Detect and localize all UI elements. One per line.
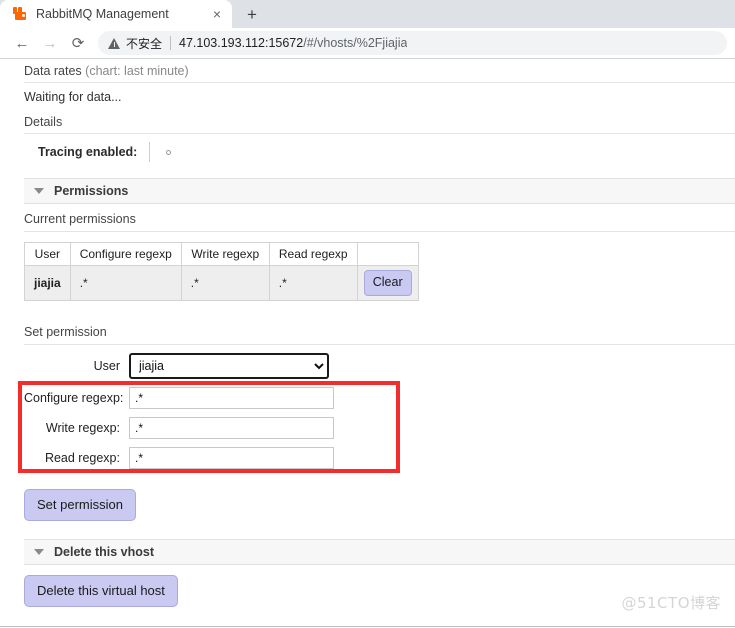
table-row: jiajia .* .* .* Clear: [24, 265, 419, 301]
configure-regexp-input[interactable]: [129, 386, 334, 409]
user-select[interactable]: jiajia: [129, 352, 329, 379]
set-permission-user-row: User jiajia: [24, 352, 735, 379]
tab-title: RabbitMQ Management: [36, 7, 169, 21]
new-tab-icon[interactable]: +: [238, 0, 266, 28]
forward-icon[interactable]: →: [36, 29, 64, 57]
set-permission-label: Set permission: [24, 317, 735, 345]
data-rates-header: Data rates (chart: last minute): [24, 59, 735, 83]
rabbitmq-favicon: [12, 6, 28, 22]
set-permission-button[interactable]: Set permission: [24, 488, 136, 521]
clear-permission-button[interactable]: Clear: [363, 270, 412, 296]
delete-virtual-host-button[interactable]: Delete this virtual host: [24, 574, 178, 608]
data-rates-status: Waiting for data...: [24, 90, 122, 104]
delete-vhost-section-title: Delete this vhost: [54, 544, 155, 559]
col-user: User: [24, 242, 71, 266]
tracing-enabled-label: Tracing enabled:: [38, 145, 138, 159]
set-permission-submit-wrap: Set permission: [24, 488, 735, 521]
current-permissions-label: Current permissions: [24, 204, 735, 232]
set-permission-configure-row: Configure regexp:: [24, 386, 735, 409]
url-text[interactable]: 47.103.193.112:15672/#/vhosts/%2Fjiajia: [179, 36, 407, 50]
details-header: Details: [24, 110, 735, 134]
details-row: Tracing enabled:: [24, 134, 735, 162]
warning-icon: [108, 37, 121, 50]
chevron-down-icon[interactable]: [34, 188, 44, 194]
set-permission-read-row: Read regexp:: [24, 446, 735, 469]
close-icon[interactable]: ×: [208, 5, 226, 23]
browser-tab[interactable]: RabbitMQ Management ×: [0, 0, 232, 28]
watermark: @51CTO博客: [621, 594, 721, 612]
omnibox-divider: [170, 36, 172, 50]
reload-icon[interactable]: ⟳: [64, 29, 92, 57]
user-field-label: User: [93, 358, 120, 373]
browser-toolbar: ← → ⟳ 不安全 47.103.193.112:15672/#/vhosts/…: [0, 28, 735, 59]
write-regexp-label: Write regexp:: [45, 420, 120, 435]
permissions-section-title: Permissions: [54, 184, 129, 198]
cell-configure-regexp: .*: [69, 265, 182, 301]
back-icon[interactable]: ←: [8, 29, 36, 57]
url-host: 47.103.193.112:15672: [179, 36, 304, 50]
security-status-label[interactable]: 不安全: [126, 35, 162, 52]
data-rates-subtitle: (chart: last minute): [85, 64, 189, 78]
browser-chrome: RabbitMQ Management × + ← → ⟳ 不安全 47.103…: [0, 0, 735, 59]
read-regexp-input[interactable]: [129, 446, 334, 469]
cell-actions: Clear: [356, 265, 419, 301]
cell-read-regexp: .*: [268, 265, 358, 301]
page-content: Data rates (chart: last minute) Waiting …: [0, 59, 735, 627]
cell-write-regexp: .*: [180, 265, 270, 301]
delete-vhost-section-header[interactable]: Delete this vhost: [24, 538, 735, 565]
bottom-divider: [0, 626, 735, 627]
write-regexp-input[interactable]: [129, 416, 334, 439]
chevron-down-icon[interactable]: [34, 548, 44, 555]
col-read-regexp: Read regexp: [268, 242, 358, 266]
permissions-section-header[interactable]: Permissions: [24, 178, 735, 204]
set-permission-write-row: Write regexp:: [24, 416, 735, 439]
tab-strip: RabbitMQ Management × +: [0, 0, 735, 28]
circle-indicator-icon: [166, 150, 172, 155]
tracing-enabled-value: [150, 142, 181, 162]
address-bar[interactable]: 不安全 47.103.193.112:15672/#/vhosts/%2Fjia…: [98, 31, 727, 55]
table-header-row: User Configure regexp Write regexp Read …: [24, 242, 419, 266]
data-rates-title: Data rates: [24, 64, 82, 78]
col-actions: [356, 242, 419, 266]
col-configure-regexp: Configure regexp: [69, 242, 182, 266]
configure-regexp-label: Configure regexp:: [24, 390, 124, 405]
cell-user: jiajia: [24, 265, 71, 301]
current-permissions-table: User Configure regexp Write regexp Read …: [24, 242, 419, 301]
col-write-regexp: Write regexp: [180, 242, 270, 266]
url-path: /#/vhosts/%2Fjiajia: [303, 36, 408, 50]
read-regexp-label: Read regexp:: [44, 450, 120, 465]
